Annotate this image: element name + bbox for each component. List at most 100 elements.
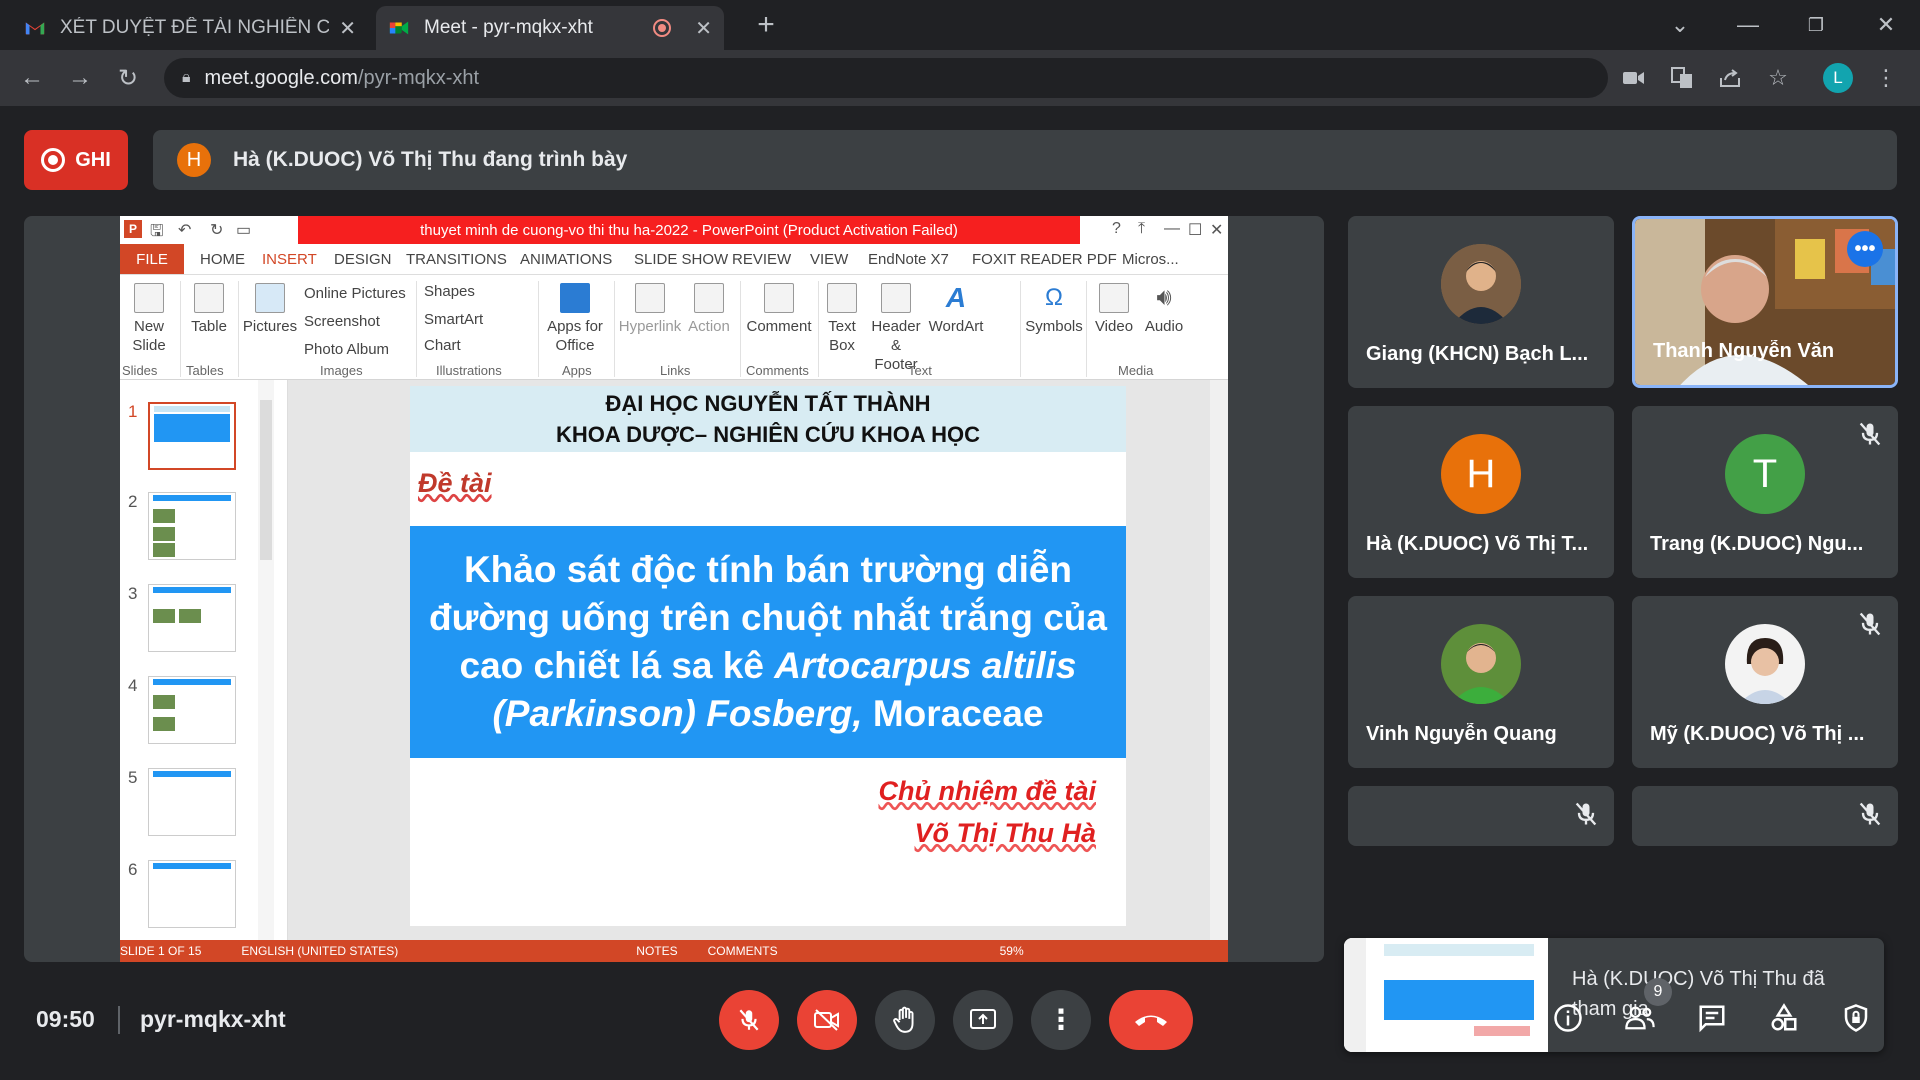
ppt-maximize-icon[interactable]: ☐ (1188, 220, 1202, 240)
present-now-button[interactable] (953, 990, 1013, 1050)
participant-tile[interactable]: Giang (KHCN) Bạch L... (1348, 216, 1614, 388)
ppt-minimize-icon[interactable]: — (1164, 220, 1180, 238)
slide-thumbnail[interactable] (148, 492, 236, 560)
toggle-mic-button[interactable] (719, 990, 779, 1050)
ribbon-tab-foxit[interactable]: FOXIT READER PDF (972, 251, 1117, 268)
ribbon-tab-home[interactable]: HOME (200, 251, 245, 268)
comments-button[interactable]: COMMENTS (708, 944, 778, 958)
start-slideshow-icon[interactable]: ▭ (236, 220, 251, 240)
slide-thumbnail[interactable] (148, 676, 236, 744)
slide-title-family: Moraceae (872, 693, 1044, 734)
notes-button[interactable]: NOTES (636, 944, 677, 958)
slide-scrollbar[interactable] (1210, 380, 1228, 940)
ribbon-tab-endnote[interactable]: EndNote X7 (868, 251, 949, 268)
ribbon-tab-insert[interactable]: INSERT (262, 251, 317, 268)
ribbon-tab-account[interactable]: Micros... (1122, 251, 1179, 268)
ribbon-tab-design[interactable]: DESIGN (334, 251, 392, 268)
toggle-camera-button[interactable] (797, 990, 857, 1050)
presentation-tile[interactable]: P 🖫︎ ↶ ↻ ▭ thuyet minh de cuong-vo thi t… (24, 216, 1324, 962)
help-icon[interactable]: ? (1112, 220, 1121, 238)
smartart-button[interactable]: SmartArt (424, 311, 483, 328)
meeting-details-button[interactable] (1546, 996, 1590, 1040)
header-footer-button[interactable]: Header & Footer (868, 283, 924, 374)
camera-icon[interactable] (1614, 58, 1654, 98)
more-options-icon[interactable]: ••• (1847, 231, 1883, 267)
text-box-button[interactable]: Text Box (820, 283, 864, 355)
video-icon (1099, 283, 1129, 313)
video-button[interactable]: Video (1090, 283, 1138, 336)
chat-button[interactable] (1690, 996, 1734, 1040)
photo-album-button[interactable]: Photo Album (304, 341, 389, 358)
host-controls-button[interactable] (1834, 996, 1878, 1040)
raise-hand-button[interactable] (875, 990, 935, 1050)
save-icon[interactable]: 🖫︎ (150, 220, 164, 247)
activities-button[interactable] (1762, 996, 1806, 1040)
participant-tile-active-speaker[interactable]: ••• Thanh Nguyễn Văn (1632, 216, 1898, 388)
close-tab-icon[interactable]: ✕ (695, 16, 712, 41)
new-slide-button[interactable]: New Slide (124, 283, 174, 355)
action-button[interactable]: Action (684, 283, 734, 336)
close-tab-icon[interactable]: ✕ (339, 16, 356, 41)
participant-tile[interactable]: Mỹ (K.DUOC) Võ Thị ... (1632, 596, 1898, 768)
wordart-button[interactable]: A WordArt (926, 283, 986, 336)
audio-button[interactable]: 🔊︎ Audio (1140, 283, 1188, 336)
table-button[interactable]: Table (182, 283, 236, 336)
current-slide[interactable]: ĐẠI HỌC NGUYỄN TẤT THÀNH KHOA DƯỢC– NGHI… (410, 386, 1126, 926)
forward-button[interactable]: → (62, 60, 98, 96)
meeting-code: pyr-mqkx-xht (140, 1006, 286, 1032)
tab-search-icon[interactable]: ⌄ (1660, 8, 1700, 42)
ribbon-tab-slideshow[interactable]: SLIDE SHOW (634, 251, 728, 268)
leave-call-button[interactable] (1109, 990, 1193, 1050)
slide-thumbnail[interactable] (148, 584, 236, 652)
bookmark-star-icon[interactable]: ☆ (1758, 58, 1798, 98)
participant-tile[interactable]: H Hà (K.DUOC) Võ Thị T... (1348, 406, 1614, 578)
slide-thumbnail[interactable] (148, 402, 236, 470)
ribbon-tab-transitions[interactable]: TRANSITIONS (406, 251, 507, 268)
chart-button[interactable]: Chart (424, 337, 461, 354)
participant-tile[interactable]: Vinh Nguyễn Quang (1348, 596, 1614, 768)
profile-avatar[interactable]: L (1818, 58, 1858, 98)
redo-icon[interactable]: ↻ (210, 220, 223, 240)
recording-indicator-icon (653, 19, 672, 37)
translate-icon[interactable] (1662, 58, 1702, 98)
slide-thumbnail[interactable] (148, 768, 236, 836)
ribbon-display-icon[interactable]: ⤒ (1138, 220, 1145, 238)
apps-for-office-button[interactable]: Apps for Office (540, 283, 610, 355)
minimize-button[interactable]: — (1728, 8, 1768, 42)
reload-button[interactable]: ↻ (110, 60, 146, 96)
hyperlink-button[interactable]: Hyperlink (618, 283, 682, 336)
more-options-button[interactable]: ⋮ (1031, 990, 1091, 1050)
participant-tile[interactable] (1632, 786, 1898, 846)
slide-thumbnail[interactable] (148, 860, 236, 928)
restore-button[interactable]: ❐ (1796, 8, 1836, 42)
online-pictures-button[interactable]: Online Pictures (304, 285, 406, 302)
new-tab-button[interactable]: + (746, 8, 786, 42)
address-bar[interactable]: 🔒︎ meet.google.com /pyr-mqkx-xht (164, 58, 1608, 98)
screenshot-button[interactable]: Screenshot (304, 313, 380, 330)
zoom-level[interactable]: 59% (1000, 944, 1024, 958)
browser-menu-icon[interactable]: ⋮ (1866, 58, 1906, 98)
shapes-button[interactable]: Shapes (424, 283, 475, 300)
back-button[interactable]: ← (14, 60, 50, 96)
ribbon-tab-view[interactable]: VIEW (810, 251, 848, 268)
pictures-button[interactable]: Pictures (240, 283, 300, 336)
participant-tile[interactable]: T Trang (K.DUOC) Ngu... (1632, 406, 1898, 578)
participant-name: Trang (K.DUOC) Ngu... (1650, 533, 1864, 555)
ribbon-tab-animations[interactable]: ANIMATIONS (520, 251, 612, 268)
symbols-button[interactable]: Ω Symbols (1024, 283, 1084, 336)
close-window-button[interactable]: ✕ (1866, 8, 1906, 42)
comment-button[interactable]: Comment (744, 283, 814, 336)
tab-gmail[interactable]: XÉT DUYỆT ĐỀ TÀI NGHIÊN CỨU ✕ (12, 6, 368, 50)
group-label-comments: Comments (746, 363, 809, 378)
participant-tile[interactable] (1348, 786, 1614, 846)
ribbon-tab-file[interactable]: FILE (120, 244, 184, 274)
undo-icon[interactable]: ↶ (178, 220, 191, 240)
mic-off-icon (1859, 802, 1881, 826)
thumbnail-scrollbar[interactable] (258, 380, 274, 940)
ribbon-tab-review[interactable]: REVIEW (732, 251, 791, 268)
ppt-close-icon[interactable]: ✕ (1210, 220, 1223, 240)
share-icon[interactable] (1710, 58, 1750, 98)
info-icon (1554, 1004, 1582, 1032)
tab-meet[interactable]: Meet - pyr-mqkx-xht ✕ (376, 6, 724, 50)
record-button[interactable]: GHI (24, 130, 128, 190)
